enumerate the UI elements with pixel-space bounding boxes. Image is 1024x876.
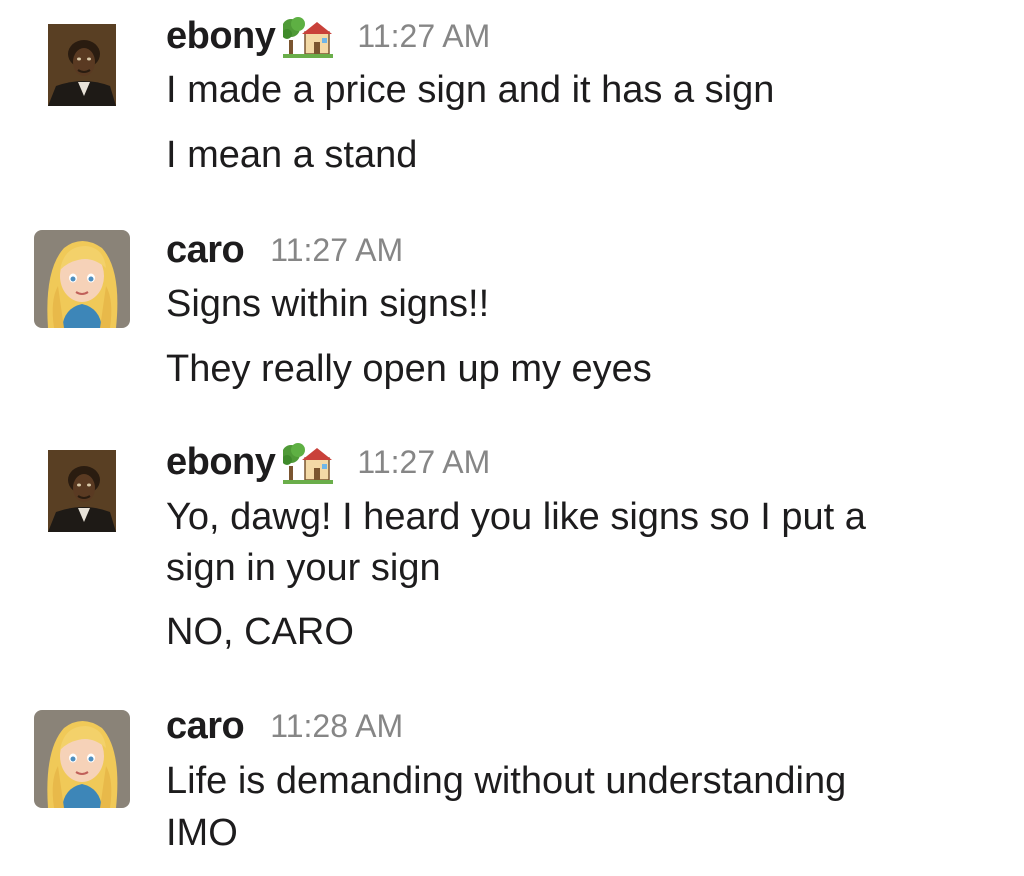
message-text: They really open up my eyes	[166, 348, 652, 390]
timestamp[interactable]: 11:27 AM	[270, 232, 403, 269]
cartoon-avatar-image	[34, 710, 130, 808]
message-list: ebony 11:27 AM I made a price sign and i…	[0, 0, 1024, 876]
message-header: caro 11:27 AM	[166, 226, 403, 274]
portrait-avatar-image	[48, 24, 116, 106]
message-text: Signs within signs!!	[166, 283, 490, 325]
message-header: ebony 11:27 AM	[166, 438, 490, 486]
message-text: NO, CARO	[166, 611, 354, 653]
username[interactable]: caro	[166, 229, 245, 272]
message-text: I mean a stand	[166, 134, 418, 176]
house-with-garden-icon	[283, 438, 334, 486]
message-text: Life is demanding without understanding	[166, 760, 847, 802]
timestamp[interactable]: 11:27 AM	[357, 18, 490, 55]
username[interactable]: caro	[166, 705, 245, 748]
message-header: caro 11:28 AM	[166, 702, 403, 750]
avatar-ebony[interactable]	[48, 24, 116, 106]
house-with-garden-icon	[283, 12, 334, 60]
timestamp[interactable]: 11:27 AM	[357, 444, 490, 481]
message-text: sign in your sign	[166, 547, 441, 589]
cartoon-avatar-image	[34, 230, 130, 328]
message-text: I made a price sign and it has a sign	[166, 69, 775, 111]
username[interactable]: ebony	[166, 441, 276, 484]
avatar-caro[interactable]	[34, 710, 130, 808]
avatar-caro[interactable]	[34, 230, 130, 328]
message-header: ebony 11:27 AM	[166, 12, 490, 60]
message-text: IMO	[166, 812, 238, 854]
timestamp[interactable]: 11:28 AM	[270, 708, 403, 745]
avatar-ebony[interactable]	[48, 450, 116, 532]
portrait-avatar-image	[48, 450, 116, 532]
message-text: Yo, dawg! I heard you like signs so I pu…	[166, 496, 866, 538]
username[interactable]: ebony	[166, 15, 276, 58]
